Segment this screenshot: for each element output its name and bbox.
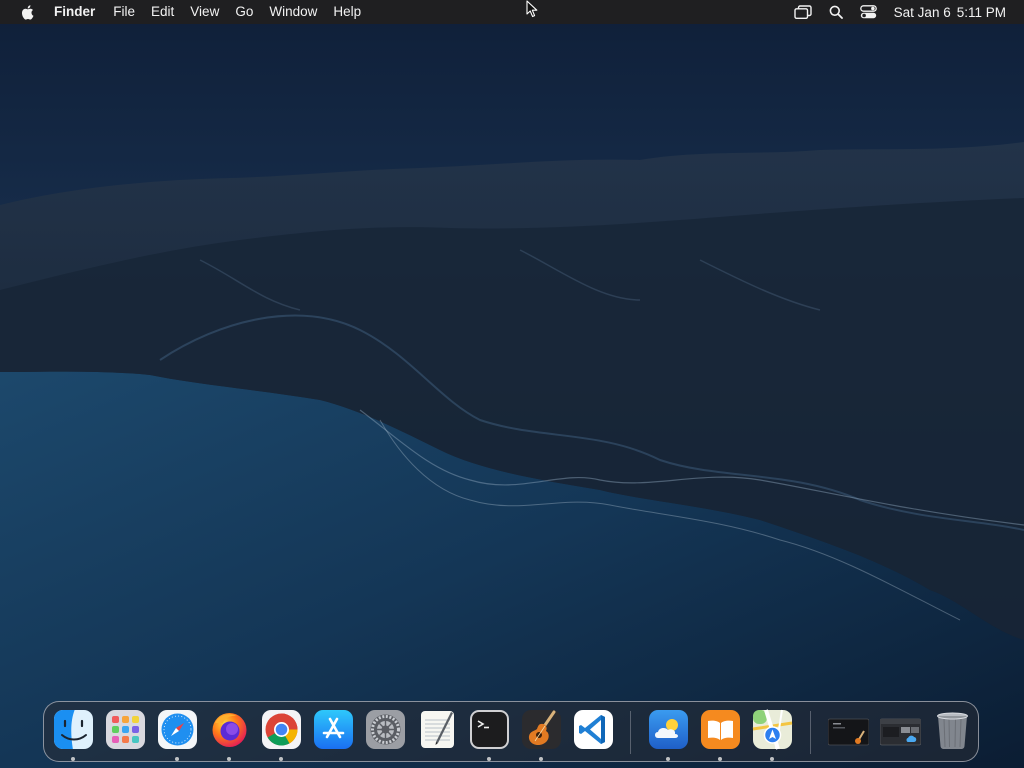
desktop[interactable]: Finder File Edit View Go Window Help Sat… <box>0 0 1024 768</box>
maps-icon <box>752 709 793 750</box>
running-indicator <box>539 757 543 761</box>
dock-item-garageband[interactable] <box>521 709 562 750</box>
running-indicator <box>71 757 75 761</box>
minimized-window-icon <box>828 718 869 746</box>
dock-item-vscode[interactable] <box>573 709 614 750</box>
dock-item-app-store[interactable] <box>313 709 354 750</box>
safari-icon <box>158 710 197 749</box>
launchpad-icon <box>106 710 145 749</box>
dock <box>43 701 979 762</box>
dock-item-maps[interactable] <box>752 709 793 750</box>
minimized-window-icon <box>880 718 921 746</box>
weather-icon <box>649 710 688 749</box>
system-settings-icon <box>366 710 405 749</box>
clock-date: Sat Jan 6 <box>893 4 951 20</box>
dock-item-system-settings[interactable] <box>365 709 406 750</box>
textedit-icon <box>421 711 454 748</box>
dock-item-weather[interactable] <box>648 709 689 750</box>
garageband-icon <box>522 710 561 749</box>
menu-view[interactable]: View <box>182 0 227 24</box>
dock-item-safari[interactable] <box>157 709 198 750</box>
dock-item-finder[interactable] <box>53 709 94 750</box>
dock-item-trash[interactable] <box>932 709 973 750</box>
menu-go[interactable]: Go <box>227 0 261 24</box>
mouse-cursor-icon <box>526 0 538 18</box>
finder-icon <box>54 710 93 749</box>
menu-bar-clock[interactable]: Sat Jan 6 5:11 PM <box>894 5 1006 20</box>
dock-minimized-window-1[interactable] <box>828 709 869 750</box>
running-indicator <box>770 757 774 761</box>
desktop-wallpaper <box>0 0 1024 768</box>
control-center-icon[interactable] <box>858 0 880 24</box>
menu-window[interactable]: Window <box>261 0 325 24</box>
menu-bar: Finder File Edit View Go Window Help Sat… <box>0 0 1024 24</box>
running-indicator <box>175 757 179 761</box>
menu-help[interactable]: Help <box>325 0 369 24</box>
spotlight-search-icon[interactable] <box>825 0 847 24</box>
dock-item-launchpad[interactable] <box>105 709 146 750</box>
menu-edit[interactable]: Edit <box>143 0 182 24</box>
terminal-icon <box>470 710 509 749</box>
dock-separator <box>630 711 631 754</box>
running-indicator <box>279 757 283 761</box>
menu-file[interactable]: File <box>105 0 143 24</box>
dock-item-chrome[interactable] <box>261 709 302 750</box>
menu-app-name[interactable]: Finder <box>46 0 105 24</box>
trash-icon <box>937 712 968 749</box>
running-indicator <box>227 757 231 761</box>
dock-separator <box>810 711 811 754</box>
running-indicator <box>666 757 670 761</box>
chrome-icon <box>262 710 301 749</box>
apple-logo-icon[interactable] <box>18 0 36 24</box>
dock-item-books[interactable] <box>700 709 741 750</box>
dock-item-textedit[interactable] <box>417 709 458 750</box>
dock-item-firefox[interactable] <box>209 709 250 750</box>
running-indicator <box>487 757 491 761</box>
screen-mirroring-icon[interactable] <box>792 0 814 24</box>
clock-time: 5:11 PM <box>956 4 1006 20</box>
firefox-icon <box>212 713 247 747</box>
running-indicator <box>718 757 722 761</box>
dock-minimized-window-2[interactable] <box>880 709 921 750</box>
vscode-icon <box>574 710 613 749</box>
dock-item-terminal[interactable] <box>469 709 510 750</box>
app-store-icon <box>314 710 353 749</box>
books-icon <box>701 710 740 749</box>
